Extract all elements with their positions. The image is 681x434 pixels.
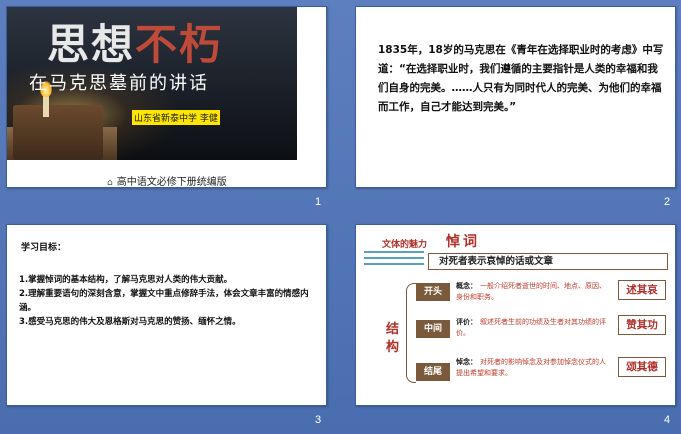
list-item: 3.感受马克思的伟大及恩格斯对马克思的赞扬、缅怀之情。: [19, 317, 241, 327]
slide-thumbnail-3[interactable]: 学习目标： 1.掌握悼词的基本结构，了解马克思对人类的伟大贡献。 2.理解重要语…: [6, 224, 327, 406]
part-desc-middle: 评价： 叙述死者生前的功绩及生者对其功绩的评价。: [456, 317, 611, 339]
slide-2-quote: 1835年，18岁的马克思在《青年在选择职业时的考虑》中写道：“在选择职业时，我…: [378, 44, 664, 113]
list-item: 2.理解重要语句的深刻含意，掌握文中重点修辞手法，体会文章丰富的情感内涵。: [19, 289, 309, 313]
slide-thumbnail-1[interactable]: 思想不朽 在马克思墓前的讲话 山东省新泰中学 李健 ⌂ 高中语文必修下册统编版: [6, 6, 327, 188]
candle-image: [43, 95, 49, 117]
part-text: 对死者的影响悼念及对参加悼念仪式的人提出希望和要求。: [456, 358, 606, 377]
definition-box: 对死者表示哀悼的话或文章: [428, 253, 668, 270]
title-part-2: 不朽: [135, 20, 224, 69]
slide-1-subtitle: 在马克思墓前的讲话: [29, 73, 209, 94]
slide-3-heading: 学习目标：: [21, 243, 67, 253]
divider-line: [364, 251, 424, 253]
slide-number-2: 2: [664, 196, 671, 208]
part-text: 一般介绍死者逝世的时间、地点、原因、身份和职务。: [456, 282, 606, 301]
result-box-opening: 述其哀: [618, 280, 666, 300]
divider-line: [364, 263, 424, 265]
slide-1-caption: ⌂ 高中语文必修下册统编版: [107, 173, 227, 188]
part-key: 悼念：: [456, 358, 477, 366]
bookmark-icon: ⌂: [107, 178, 113, 188]
brace-shape: [406, 283, 416, 383]
title-part-1: 思想: [47, 20, 136, 69]
part-desc-opening: 概念： 一般介绍死者逝世的时间、地点、原因、身份和职务。: [456, 281, 611, 303]
book-image: [13, 105, 103, 160]
part-tag-middle: 中间: [416, 320, 450, 338]
caption-text: 高中语文必修下册统编版: [116, 177, 227, 188]
slide-4-title: 悼词: [446, 234, 480, 250]
slide-thumbnail-4[interactable]: 文体的魅力 悼词 对死者表示哀悼的话或文章 结构 开头 概念： 一般介绍死者逝世的…: [355, 224, 676, 406]
part-key: 概念：: [456, 282, 477, 290]
part-tag-ending: 结尾: [416, 363, 450, 381]
slide-1-cover-image: 思想不朽 在马克思墓前的讲话 山东省新泰中学 李健: [7, 7, 297, 160]
learning-goals-list: 1.掌握悼词的基本结构，了解马克思对人类的伟大贡献。 2.理解重要语句的深刻含意…: [19, 273, 319, 329]
result-box-ending: 颂其德: [618, 357, 666, 377]
slide-number-4: 4: [664, 414, 671, 426]
result-box-middle: 赞其功: [618, 315, 666, 335]
structure-label: 结构: [386, 322, 400, 355]
part-desc-ending: 悼念： 对死者的影响悼念及对参加悼念仪式的人提出希望和要求。: [456, 357, 611, 379]
slide-thumbnail-2[interactable]: 1835年，18岁的马克思在《青年在选择职业时的考虑》中写道：“在选择职业时，我…: [355, 6, 676, 188]
part-text: 叙述死者生前的功绩及生者对其功绩的评价。: [456, 318, 606, 337]
list-item: 1.掌握悼词的基本结构，了解马克思对人类的伟大贡献。: [19, 275, 233, 285]
author-label: 山东省新泰中学 李健: [132, 110, 220, 125]
part-tag-opening: 开头: [416, 283, 450, 301]
section-label: 文体的魅力: [382, 240, 428, 250]
part-key: 评价：: [456, 318, 477, 326]
slide-number-1: 1: [315, 196, 322, 208]
slide-number-3: 3: [315, 414, 322, 426]
divider-line: [364, 257, 424, 259]
slide-1-title: 思想不朽: [47, 11, 223, 72]
